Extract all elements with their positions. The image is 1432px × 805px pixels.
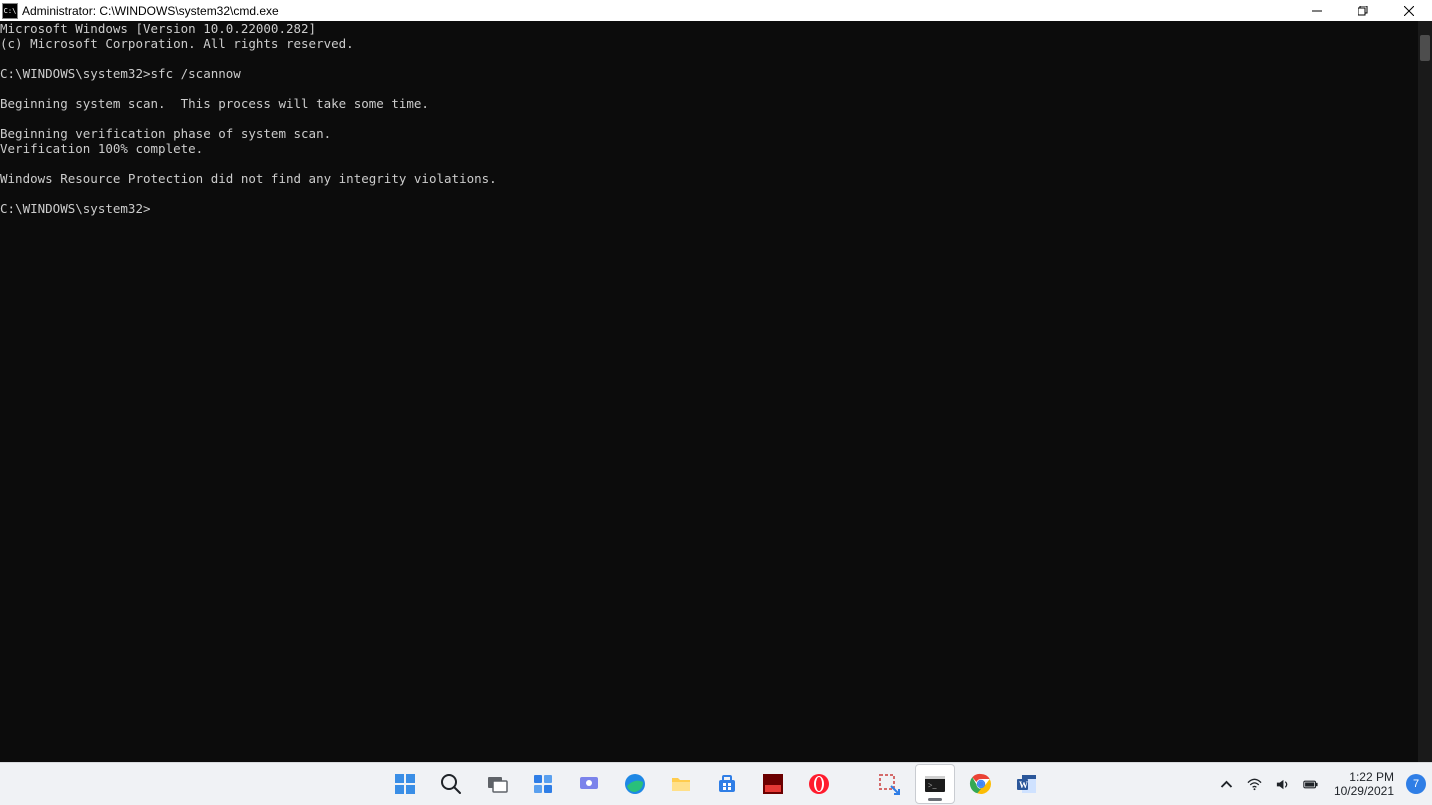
wifi-button[interactable] xyxy=(1246,764,1264,804)
tray-overflow-button[interactable] xyxy=(1218,764,1236,804)
cmd-window: C:\ Administrator: C:\WINDOWS\system32\c… xyxy=(0,0,1432,762)
typed-command: sfc /scannow xyxy=(151,66,241,81)
tray-time: 1:22 PM xyxy=(1334,770,1394,784)
file-explorer-button[interactable] xyxy=(661,764,701,804)
scrollbar-thumb[interactable] xyxy=(1420,35,1430,61)
battery-icon xyxy=(1303,777,1318,792)
titlebar[interactable]: C:\ Administrator: C:\WINDOWS\system32\c… xyxy=(0,0,1432,21)
cmd-taskbar-button[interactable]: >_ xyxy=(915,764,955,804)
search-icon xyxy=(439,772,463,796)
taskbar-center: >_ W xyxy=(385,763,1047,805)
console-line: (c) Microsoft Corporation. All rights re… xyxy=(0,36,354,51)
word-icon: W xyxy=(1015,772,1039,796)
widgets-icon xyxy=(531,772,555,796)
console-line: Beginning verification phase of system s… xyxy=(0,126,331,141)
maximize-icon xyxy=(1358,6,1368,16)
close-icon xyxy=(1404,6,1414,16)
snip-icon xyxy=(877,772,901,796)
close-button[interactable] xyxy=(1386,0,1432,21)
minimize-button[interactable] xyxy=(1294,0,1340,21)
task-view-icon xyxy=(485,772,509,796)
chat-button[interactable] xyxy=(569,764,609,804)
search-button[interactable] xyxy=(431,764,471,804)
app-red-icon xyxy=(761,772,785,796)
notification-count: 7 xyxy=(1413,778,1419,790)
word-button[interactable]: W xyxy=(1007,764,1047,804)
taskbar: >_ W xyxy=(0,762,1432,805)
folder-icon xyxy=(669,772,693,796)
prompt: C:\WINDOWS\system32> xyxy=(0,201,151,216)
chrome-button[interactable] xyxy=(961,764,1001,804)
chat-icon xyxy=(577,772,601,796)
volume-button[interactable] xyxy=(1274,764,1292,804)
volume-icon xyxy=(1275,777,1290,792)
console-line: Verification 100% complete. xyxy=(0,141,203,156)
console-line: Windows Resource Protection did not find… xyxy=(0,171,497,186)
chevron-up-icon xyxy=(1219,777,1234,792)
svg-text:W: W xyxy=(1019,780,1028,790)
edge-icon xyxy=(623,772,647,796)
store-icon xyxy=(715,772,739,796)
maximize-button[interactable] xyxy=(1340,0,1386,21)
prompt: C:\WINDOWS\system32> xyxy=(0,66,151,81)
svg-text:>_: >_ xyxy=(928,781,938,790)
vertical-scrollbar[interactable] xyxy=(1418,21,1432,762)
app-red-button[interactable] xyxy=(753,764,793,804)
console-area: Microsoft Windows [Version 10.0.22000.28… xyxy=(0,21,1432,762)
cmd-appicon: C:\ xyxy=(2,3,18,19)
window-title: Administrator: C:\WINDOWS\system32\cmd.e… xyxy=(22,4,279,18)
store-button[interactable] xyxy=(707,764,747,804)
cmd-icon: >_ xyxy=(923,772,947,796)
clock[interactable]: 1:22 PM 10/29/2021 xyxy=(1334,770,1394,798)
snip-button[interactable] xyxy=(869,764,909,804)
minimize-icon xyxy=(1312,6,1322,16)
console-line: Microsoft Windows [Version 10.0.22000.28… xyxy=(0,21,316,36)
system-tray: 1:22 PM 10/29/2021 7 xyxy=(1218,763,1426,805)
console-line: Beginning system scan. This process will… xyxy=(0,96,429,111)
widgets-button[interactable] xyxy=(523,764,563,804)
notification-button[interactable]: 7 xyxy=(1406,774,1426,794)
edge-button[interactable] xyxy=(615,764,655,804)
wifi-icon xyxy=(1247,777,1262,792)
console-output[interactable]: Microsoft Windows [Version 10.0.22000.28… xyxy=(0,21,1418,762)
opera-button[interactable] xyxy=(799,764,839,804)
tray-date: 10/29/2021 xyxy=(1334,784,1394,798)
start-button[interactable] xyxy=(385,764,425,804)
opera-icon xyxy=(807,772,831,796)
task-view-button[interactable] xyxy=(477,764,517,804)
chrome-icon xyxy=(969,772,993,796)
battery-button[interactable] xyxy=(1302,764,1320,804)
windows-icon xyxy=(393,772,417,796)
